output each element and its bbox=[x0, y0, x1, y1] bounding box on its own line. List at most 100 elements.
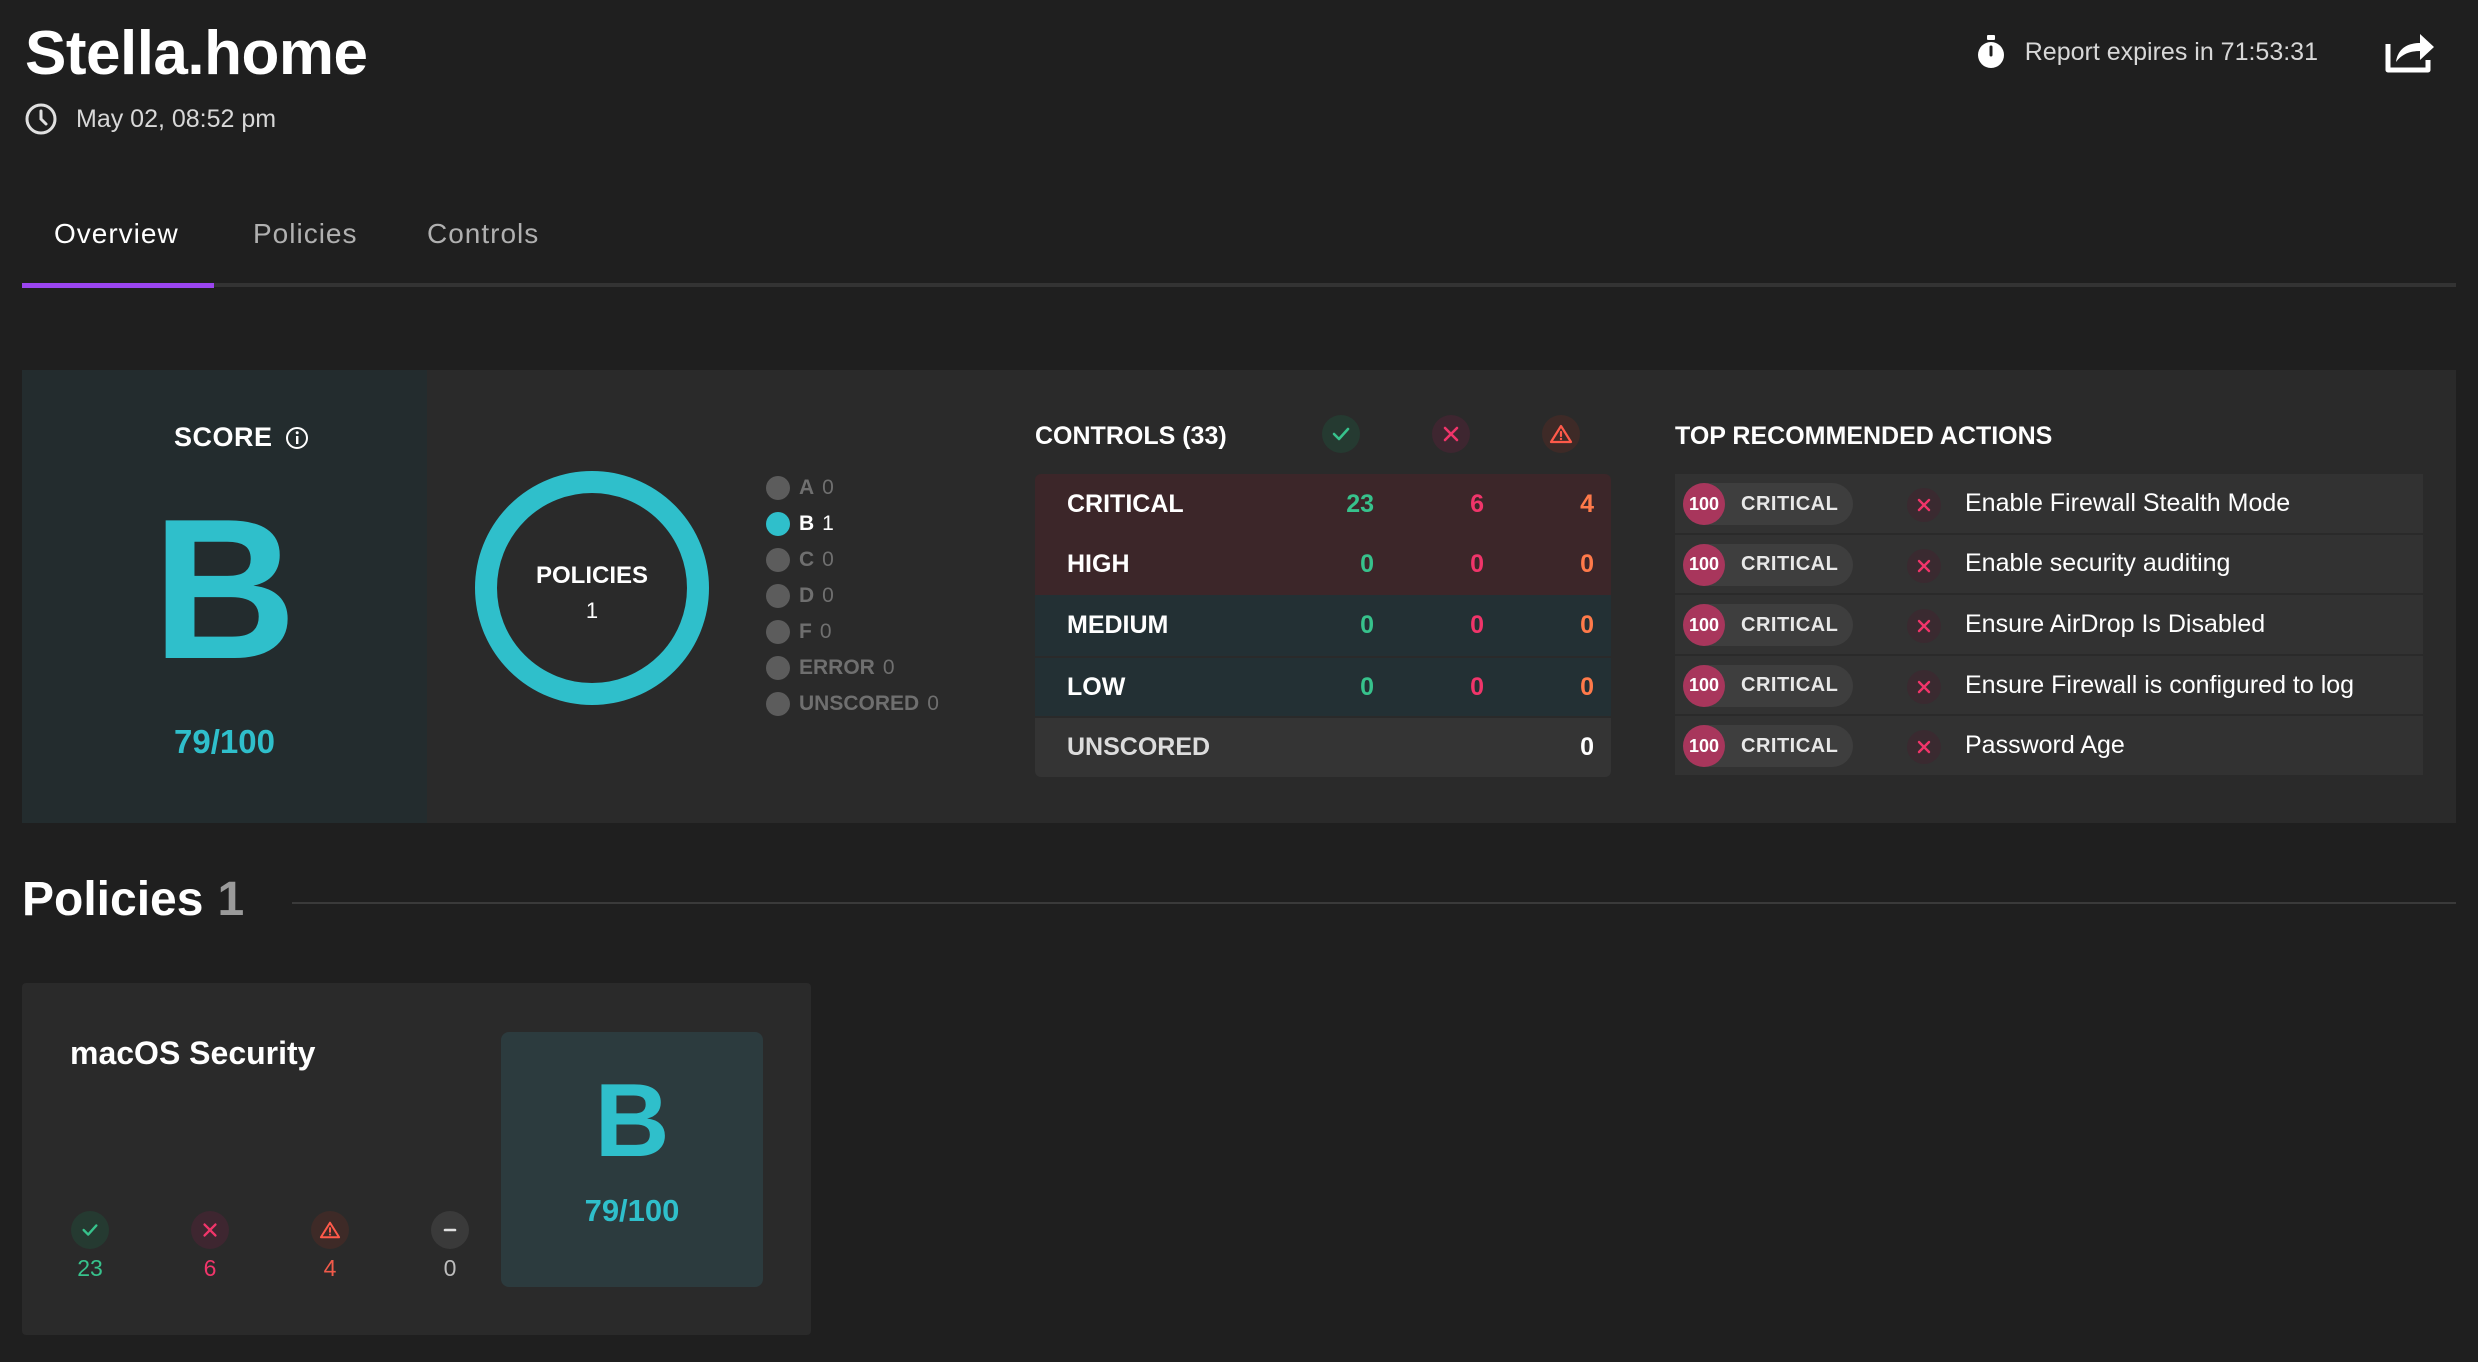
report-expiry-text: Report expires in 71:53:31 bbox=[2024, 37, 2318, 66]
policy-card[interactable]: macOS Security 23 6 4 0 B 79/100 bbox=[22, 983, 811, 1335]
fail-count: 6 bbox=[1470, 489, 1484, 518]
report-date: May 02, 08:52 pm bbox=[24, 102, 276, 136]
grade-count: 1 bbox=[822, 512, 834, 535]
section-divider bbox=[292, 902, 2456, 904]
severity-pill: 100 CRITICAL bbox=[1683, 543, 1853, 586]
top-action-item[interactable]: 100 CRITICAL Enable Firewall Stealth Mode bbox=[1675, 474, 2423, 535]
policy-fail-stat: 6 bbox=[188, 1211, 232, 1282]
policies-section-label: Policies bbox=[22, 873, 204, 926]
grade-dot bbox=[766, 584, 790, 608]
share-button[interactable] bbox=[2382, 30, 2438, 76]
severity-label: CRITICAL bbox=[1741, 492, 1839, 515]
x-icon bbox=[1917, 559, 1931, 572]
severity-label: UNSCORED bbox=[1067, 733, 1211, 762]
check-icon bbox=[1332, 427, 1350, 441]
fail-status bbox=[1907, 609, 1941, 644]
x-icon bbox=[1917, 619, 1931, 633]
top-action-item[interactable]: 100 CRITICAL Password Age bbox=[1675, 716, 2423, 777]
policies-ring-label: POLICIES bbox=[535, 562, 649, 589]
tab-policies[interactable]: Policies bbox=[253, 218, 357, 250]
grade-dot bbox=[766, 476, 790, 500]
error-count: 0 bbox=[1580, 550, 1594, 579]
controls-row-unscored[interactable]: UNSCORED 0 bbox=[1035, 716, 1611, 777]
pass-column-header bbox=[1322, 415, 1360, 453]
policy-error-stat: 4 bbox=[308, 1211, 352, 1282]
error-column-header bbox=[1542, 415, 1580, 453]
tab-bar: Overview Policies Controls bbox=[22, 210, 2456, 290]
grade-count: 0 bbox=[882, 656, 895, 679]
grade-legend-item-d[interactable]: D0 bbox=[766, 578, 939, 614]
grade-dot bbox=[766, 692, 790, 716]
tab-controls[interactable]: Controls bbox=[427, 218, 539, 250]
grade-count: 0 bbox=[822, 584, 834, 607]
grade-dot bbox=[766, 512, 790, 536]
policy-score: 79/100 bbox=[584, 1193, 680, 1228]
x-icon bbox=[1917, 741, 1931, 754]
top-action-item[interactable]: 100 CRITICAL Ensure Firewall is configure… bbox=[1675, 655, 2423, 717]
fail-column-header bbox=[1432, 415, 1470, 453]
grade-label: B bbox=[799, 512, 815, 535]
policy-skipped-stat: 0 bbox=[428, 1211, 472, 1282]
action-title: Enable security auditing bbox=[1965, 549, 2231, 578]
x-icon bbox=[1917, 680, 1931, 693]
unscored-count: 0 bbox=[1580, 733, 1594, 762]
policies-section-title: Policies 1 bbox=[22, 872, 244, 927]
policy-pass-stat: 23 bbox=[68, 1211, 112, 1282]
controls-row-critical[interactable]: CRITICAL 23 6 4 bbox=[1035, 474, 1611, 535]
policy-grade: B bbox=[594, 1063, 670, 1179]
fail-badge bbox=[191, 1211, 229, 1249]
severity-label: HIGH bbox=[1067, 550, 1130, 579]
impact-score: 100 bbox=[1683, 664, 1725, 707]
score-grade: B bbox=[152, 478, 297, 701]
grade-label: UNSCORED bbox=[799, 692, 920, 715]
impact-score: 100 bbox=[1683, 725, 1725, 768]
controls-row-low[interactable]: LOW 0 0 0 bbox=[1035, 655, 1611, 717]
controls-row-high[interactable]: HIGH 0 0 0 bbox=[1035, 534, 1611, 596]
fail-count: 0 bbox=[1470, 610, 1484, 639]
policies-ring-count: 1 bbox=[585, 598, 599, 623]
top-action-item[interactable]: 100 CRITICAL Enable security auditing bbox=[1675, 534, 2423, 596]
grade-count: 0 bbox=[927, 692, 939, 715]
grade-legend-item-c[interactable]: C0 bbox=[766, 542, 939, 578]
x-icon bbox=[1443, 426, 1459, 442]
grade-legend: A0 B1 C0 D0 F0 ERROR 0 UNSCORED 0 bbox=[766, 470, 939, 722]
severity-label: CRITICAL bbox=[1741, 674, 1839, 697]
impact-score: 100 bbox=[1683, 604, 1725, 647]
pass-count: 0 bbox=[1360, 550, 1374, 579]
grade-label: ERROR bbox=[799, 656, 875, 679]
fail-count: 6 bbox=[203, 1255, 217, 1281]
grade-label: C bbox=[799, 548, 815, 571]
severity-pill: 100 CRITICAL bbox=[1683, 725, 1853, 768]
severity-pill: 100 CRITICAL bbox=[1683, 483, 1853, 525]
top-action-item[interactable]: 100 CRITICAL Ensure AirDrop Is Disabled bbox=[1675, 595, 2423, 656]
severity-label: CRITICAL bbox=[1741, 613, 1839, 636]
stopwatch-icon bbox=[1977, 35, 2004, 68]
grade-legend-item-f[interactable]: F0 bbox=[766, 614, 939, 650]
report-date-text: May 02, 08:52 pm bbox=[76, 104, 277, 133]
controls-row-medium[interactable]: MEDIUM 0 0 0 bbox=[1035, 595, 1611, 656]
error-count: 0 bbox=[1580, 672, 1594, 701]
grade-legend-item-a[interactable]: A0 bbox=[766, 470, 939, 506]
severity-label: MEDIUM bbox=[1067, 610, 1169, 639]
severity-label: CRITICAL bbox=[1741, 553, 1839, 576]
grade-label: D bbox=[799, 584, 815, 607]
x-icon bbox=[1917, 498, 1931, 512]
fail-status bbox=[1907, 488, 1941, 522]
grade-legend-item-unscored[interactable]: UNSCORED 0 bbox=[766, 686, 939, 722]
grade-legend-item-error[interactable]: ERROR 0 bbox=[766, 650, 939, 686]
active-tab-indicator bbox=[22, 283, 214, 288]
tab-overview[interactable]: Overview bbox=[54, 218, 179, 250]
score-label: SCORE bbox=[174, 422, 273, 452]
severity-pill: 100 CRITICAL bbox=[1683, 604, 1853, 647]
pass-badge bbox=[71, 1211, 109, 1249]
policy-grade-box: B 79/100 bbox=[501, 1032, 763, 1287]
info-icon[interactable] bbox=[285, 426, 309, 450]
grade-legend-item-b[interactable]: B1 bbox=[766, 506, 939, 542]
severity-label: CRITICAL bbox=[1067, 489, 1184, 518]
action-title: Ensure Firewall is configured to log bbox=[1965, 670, 2355, 699]
report-expiry: Report expires in 71:53:31 bbox=[1975, 34, 2318, 70]
grade-dot bbox=[766, 548, 790, 572]
error-count: 0 bbox=[1580, 610, 1594, 639]
page-title: Stella.home bbox=[25, 19, 368, 88]
score-value: 79/100 bbox=[174, 723, 275, 760]
